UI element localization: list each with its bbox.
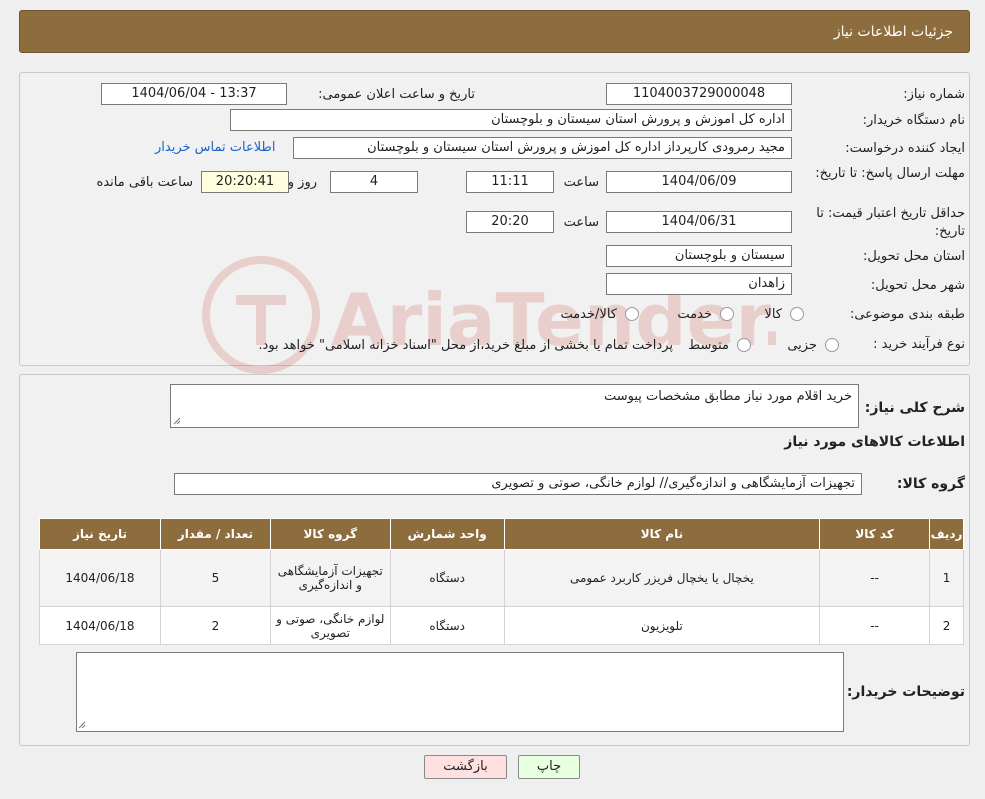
print-button[interactable]: چاپ xyxy=(518,755,580,779)
back-button[interactable]: بازگشت xyxy=(424,755,507,779)
col-date-header: تاریخ نیاز xyxy=(39,518,161,550)
col-qty-header: تعداد / مقدار xyxy=(159,518,271,550)
page-header: جزئیات اطلاعات نیاز xyxy=(19,10,970,53)
cell-qty: 5 xyxy=(159,549,271,607)
col-group-header: گروه کالا xyxy=(269,518,391,550)
requester-field: مجید رمرودی کارپرداز اداره کل اموزش و پر… xyxy=(293,137,792,159)
category-goods-service-label: کالا/خدمت xyxy=(560,307,617,322)
category-goods-service-radio[interactable] xyxy=(625,307,639,321)
reply-deadline-label: مهلت ارسال پاسخ: تا تاریخ: xyxy=(815,166,965,181)
resize-handle-icon[interactable] xyxy=(173,417,181,425)
reply-date-field: 1404/06/09 xyxy=(606,171,792,193)
category-service-label: خدمت xyxy=(677,307,712,322)
province-label: استان محل تحویل: xyxy=(863,249,965,264)
process-medium-label: متوسط xyxy=(688,338,729,353)
category-service-radio[interactable] xyxy=(720,307,734,321)
cell-unit: دستگاه xyxy=(389,606,505,645)
process-minor-radio[interactable] xyxy=(825,338,839,352)
col-name-header: نام کالا xyxy=(503,518,821,550)
cell-row: 2 xyxy=(929,606,964,645)
table-header-row: ردیف کد کالا نام کالا واحد شمارش گروه کا… xyxy=(39,518,964,550)
price-date-field: 1404/06/31 xyxy=(606,211,792,233)
cell-row: 1 xyxy=(929,549,964,607)
need-number-label: شماره نیاز: xyxy=(903,87,965,102)
category-label: طبقه بندی موضوعی: xyxy=(849,307,965,322)
goods-table: ردیف کد کالا نام کالا واحد شمارش گروه کا… xyxy=(39,518,964,645)
process-minor-label: جزیی xyxy=(787,338,817,353)
cell-date: 1404/06/18 xyxy=(39,549,161,607)
goods-group-field: تجهیزات آزمایشگاهی و اندازه‌گیری// لوازم… xyxy=(174,473,862,495)
col-code-header: کد کالا xyxy=(819,518,931,550)
price-validity-label: حداقل تاریخ اعتبار قیمت: تا تاریخ: xyxy=(816,206,965,239)
cell-unit: دستگاه xyxy=(389,549,505,607)
province-field: سیستان و بلوچستان xyxy=(606,245,792,267)
goods-group-label: گروه کالا: xyxy=(896,476,965,492)
cell-name: یخچال یا یخچال فریزر کاربرد عمومی xyxy=(503,549,821,607)
category-goods-radio[interactable] xyxy=(790,307,804,321)
process-medium-radio[interactable] xyxy=(737,338,751,352)
price-time-label: ساعت xyxy=(563,215,599,230)
remaining-time-field: 20:20:41 xyxy=(201,171,289,193)
page-title: جزئیات اطلاعات نیاز xyxy=(833,24,953,40)
cell-qty: 2 xyxy=(159,606,271,645)
days-field: 4 xyxy=(330,171,418,193)
cell-name: تلویزیون xyxy=(503,606,821,645)
table-row: 1 -- یخچال یا یخچال فریزر کاربرد عمومی د… xyxy=(39,549,964,607)
price-time-field: 20:20 xyxy=(466,211,554,233)
buyer-notes-label: توضیحات خریدار: xyxy=(846,684,965,700)
announce-label: تاریخ و ساعت اعلان عمومی: xyxy=(318,87,475,102)
remaining-label: ساعت باقی مانده xyxy=(96,175,193,190)
need-summary-label: شرح کلی نیاز: xyxy=(864,400,965,416)
need-summary-field[interactable]: خرید اقلام مورد نیاز مطابق مشخصات پیوست xyxy=(170,384,859,428)
buyer-org-field: اداره کل اموزش و پرورش استان سیستان و بل… xyxy=(230,109,792,131)
cell-date: 1404/06/18 xyxy=(39,606,161,645)
category-goods-label: کالا xyxy=(764,307,782,322)
cell-code: -- xyxy=(819,549,931,607)
col-unit-header: واحد شمارش xyxy=(389,518,505,550)
goods-info-title: اطلاعات کالاهای مورد نیاز xyxy=(784,434,965,450)
resize-handle-icon[interactable] xyxy=(78,721,86,729)
requester-label: ایجاد کننده درخواست: xyxy=(845,141,965,156)
buyer-contact-link[interactable]: اطلاعات تماس خریدار xyxy=(155,140,275,155)
need-summary-text: خرید اقلام مورد نیاز مطابق مشخصات پیوست xyxy=(604,389,852,404)
city-label: شهر محل تحویل: xyxy=(870,278,965,293)
process-note: پرداخت تمام یا بخشی از مبلغ خرید،از محل … xyxy=(258,338,673,353)
need-number-field: 1104003729000048 xyxy=(606,83,792,105)
buyer-org-label: نام دستگاه خریدار: xyxy=(862,113,965,128)
announce-datetime-field: 1404/06/04 - 13:37 xyxy=(101,83,287,105)
city-field: زاهدان xyxy=(606,273,792,295)
reply-time-label: ساعت xyxy=(563,175,599,190)
table-row: 2 -- تلویزیون دستگاه لوازم خانگی، صوتی و… xyxy=(39,606,964,645)
cell-code: -- xyxy=(819,606,931,645)
days-label: روز و xyxy=(287,175,317,190)
reply-time-field: 11:11 xyxy=(466,171,554,193)
cell-group: لوازم خانگی، صوتی و تصویری xyxy=(269,606,391,645)
col-row-header: ردیف xyxy=(929,518,964,550)
buyer-notes-field[interactable] xyxy=(76,652,844,732)
process-label: نوع فرآیند خرید : xyxy=(873,337,965,352)
cell-group: تجهیزات آزمایشگاهی و اندازه‌گیری xyxy=(269,549,391,607)
